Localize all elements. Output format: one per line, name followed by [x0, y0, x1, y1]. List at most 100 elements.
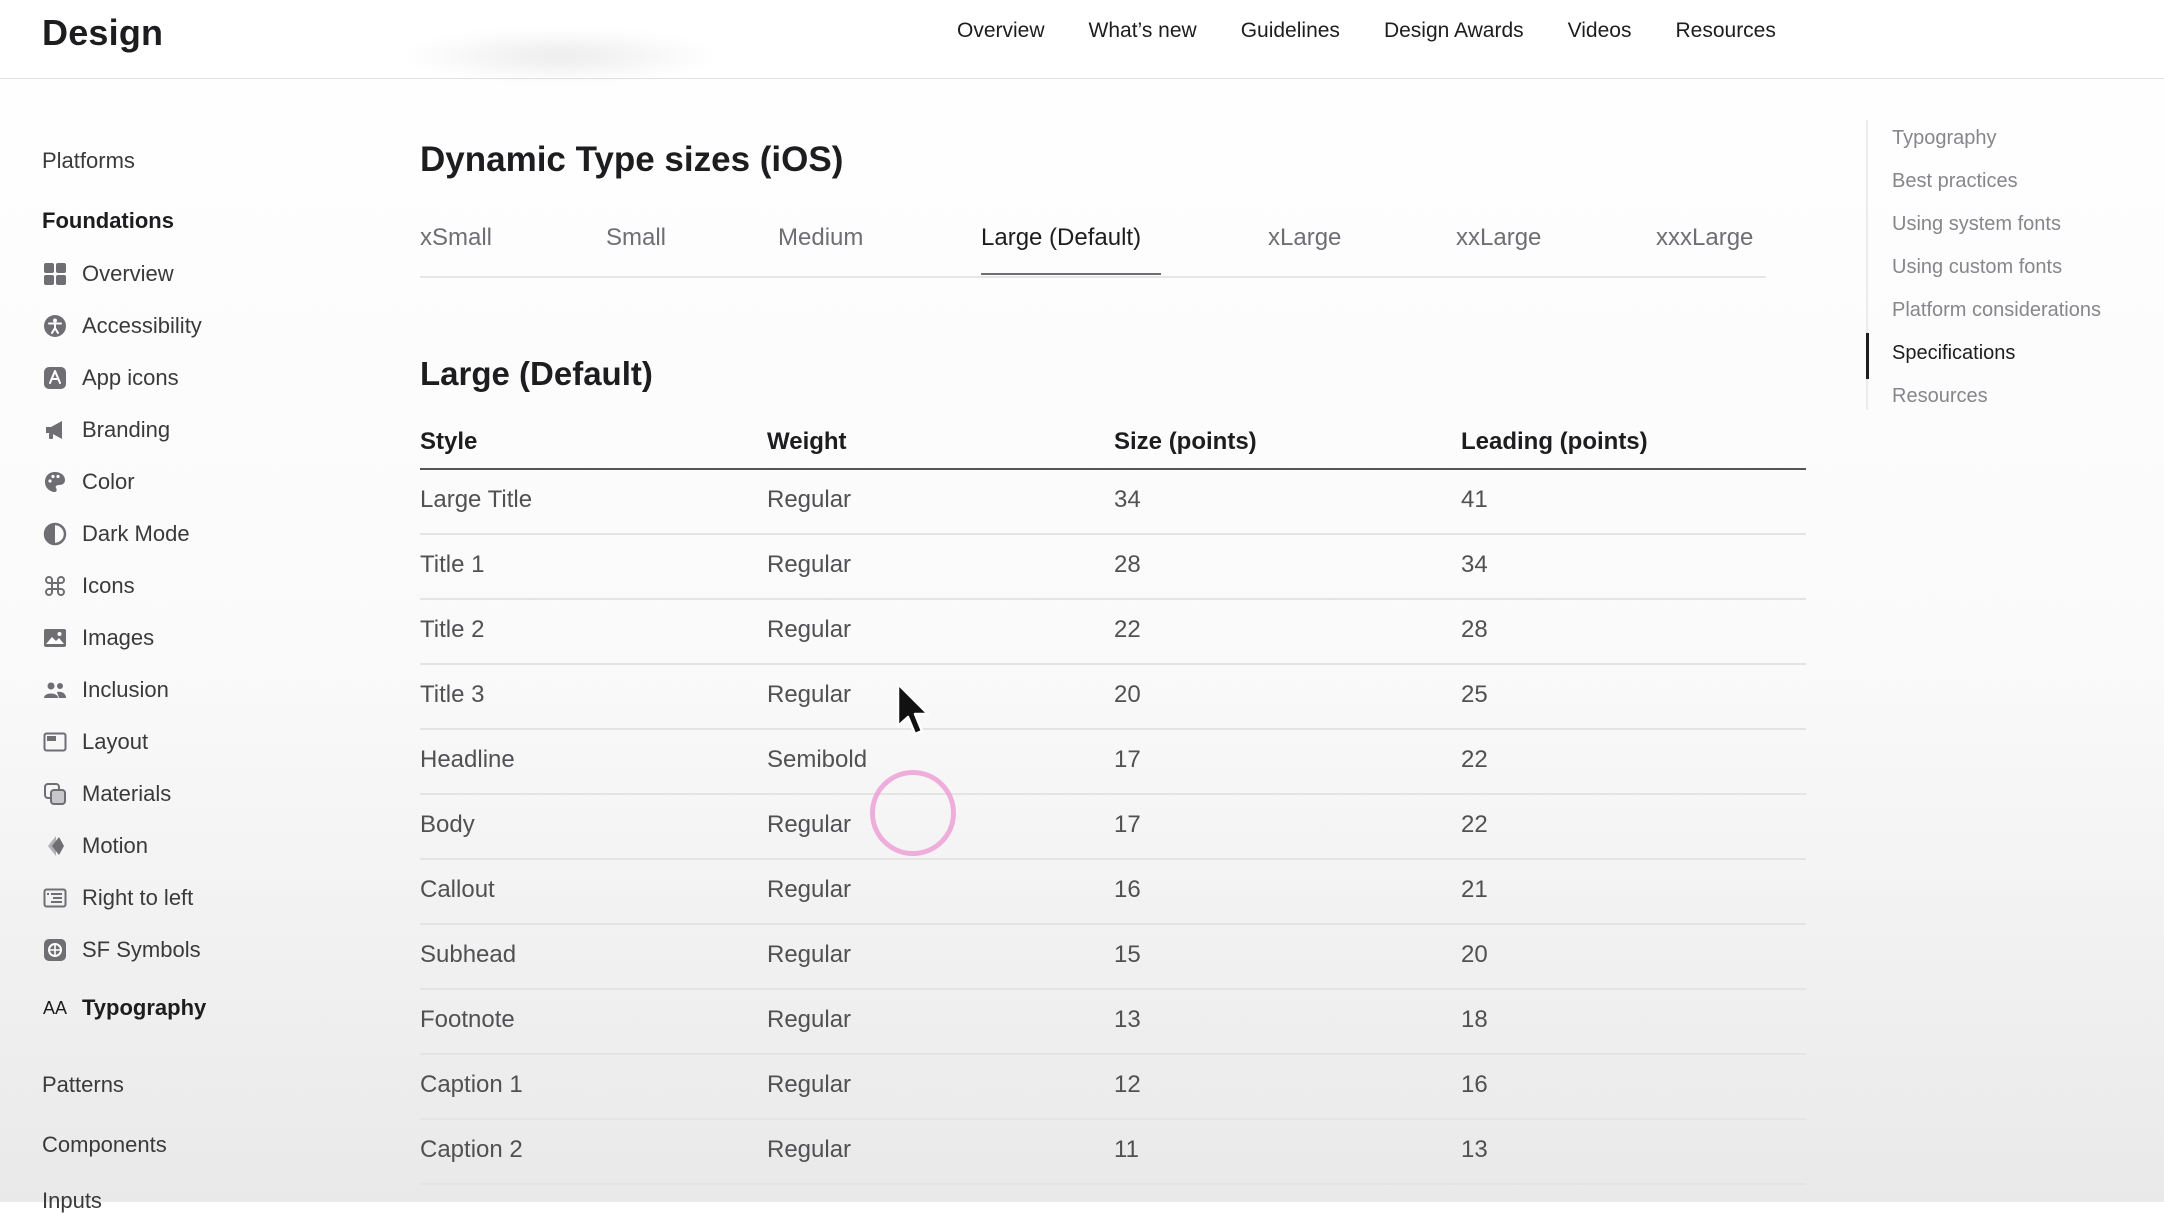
palette-icon	[42, 469, 68, 495]
toc-active-indicator	[1866, 333, 1869, 379]
nav-guidelines[interactable]: Guidelines	[1241, 19, 1340, 43]
sidebar-item-layout[interactable]: Layout	[42, 726, 148, 758]
sidebar-section-inputs[interactable]: Inputs	[42, 1188, 102, 1214]
top-navigation-bar: Design Overview What’s new Guidelines De…	[0, 0, 2164, 82]
sidebar-item-label: Color	[82, 469, 135, 494]
tab-xsmall[interactable]: xSmall	[420, 224, 492, 252]
sidebar-item-label: Branding	[82, 417, 171, 442]
cell-weight: Regular	[767, 1071, 852, 1098]
cell-size: 20	[1114, 681, 1141, 708]
sidebar-item-label: Dark Mode	[82, 521, 190, 546]
sidebar-item-inclusion[interactable]: Inclusion	[42, 674, 169, 706]
table-row: Large Title Regular 34 41	[420, 468, 1806, 535]
cell-style: Headline	[420, 746, 515, 773]
cell-leading: 16	[1461, 1071, 1488, 1098]
sidebar-item-label: Accessibility	[82, 313, 202, 338]
sidebar-item-sf-symbols[interactable]: SF Symbols	[42, 934, 201, 966]
cell-size: 17	[1114, 811, 1141, 838]
toc-item-resources[interactable]: Resources	[1892, 385, 1988, 408]
cell-size: 34	[1114, 486, 1141, 513]
tab-xxlarge[interactable]: xxLarge	[1456, 224, 1541, 252]
table-row: Caption 1 Regular 12 16	[420, 1053, 1806, 1120]
nav-videos[interactable]: Videos	[1568, 19, 1632, 43]
tab-medium[interactable]: Medium	[778, 224, 863, 252]
sidebar-item-dark-mode[interactable]: Dark Mode	[42, 518, 190, 550]
table-row: Headline Semibold 17 22	[420, 728, 1806, 795]
cell-size: 17	[1114, 746, 1141, 773]
table-row: Caption 2 Regular 11 13	[420, 1118, 1806, 1185]
top-nav-links: Overview What’s new Guidelines Design Aw…	[957, 19, 1820, 43]
sidebar-section-foundations[interactable]: Foundations	[42, 208, 174, 234]
sf-symbols-icon	[42, 937, 68, 963]
layout-icon	[42, 729, 68, 755]
cell-weight: Regular	[767, 1006, 852, 1033]
cell-leading: 22	[1461, 746, 1488, 773]
materials-icon	[42, 781, 68, 807]
table-row: Callout Regular 16 21	[420, 858, 1806, 925]
sidebar-section-patterns[interactable]: Patterns	[42, 1072, 124, 1098]
column-header-size: Size (points)	[1114, 428, 1257, 455]
sidebar-item-accessibility[interactable]: Accessibility	[42, 310, 202, 342]
cell-size: 11	[1114, 1136, 1139, 1163]
cell-style: Body	[420, 811, 475, 838]
column-header-weight: Weight	[767, 428, 847, 455]
blurred-page-heading	[400, 30, 720, 82]
tab-small[interactable]: Small	[606, 224, 666, 252]
cell-style: Subhead	[420, 941, 517, 968]
cell-leading: 21	[1461, 876, 1488, 903]
dynamic-type-heading: Dynamic Type sizes (iOS)	[420, 140, 844, 179]
sidebar-item-label: Motion	[82, 833, 149, 858]
sidebar-section-components[interactable]: Components	[42, 1132, 167, 1158]
click-highlight-ring	[870, 770, 956, 856]
cell-weight: Regular	[767, 486, 852, 513]
toc-item-platform-considerations[interactable]: Platform considerations	[1892, 299, 2101, 322]
cell-leading: 20	[1461, 941, 1488, 968]
photo-icon	[42, 625, 68, 651]
sidebar-item-overview[interactable]: Overview	[42, 258, 174, 290]
toc-item-using-custom-fonts[interactable]: Using custom fonts	[1892, 256, 2062, 279]
nav-whats-new[interactable]: What’s new	[1089, 19, 1197, 43]
nav-overview[interactable]: Overview	[957, 19, 1045, 43]
tab-large-default[interactable]: Large (Default)	[981, 224, 1141, 252]
sidebar-section-platforms[interactable]: Platforms	[42, 148, 135, 174]
on-this-page-nav: Typography Best practices Using system f…	[1866, 120, 2156, 420]
cell-weight: Regular	[767, 681, 852, 708]
cell-weight: Regular	[767, 1136, 852, 1163]
cell-style: Title 1	[420, 551, 485, 578]
cell-leading: 18	[1461, 1006, 1488, 1033]
sidebar-item-images[interactable]: Images	[42, 622, 154, 654]
dark-mode-icon	[42, 521, 68, 547]
sidebar-item-branding[interactable]: Branding	[42, 414, 170, 446]
sidebar-item-icons[interactable]: Icons	[42, 570, 135, 602]
table-row: Body Regular 17 22	[420, 793, 1806, 860]
toc-item-specifications[interactable]: Specifications	[1892, 342, 2015, 365]
cell-style: Footnote	[420, 1006, 515, 1033]
brand-logo[interactable]: Design	[42, 12, 163, 54]
sidebar-item-typography[interactable]: AA Typography	[42, 992, 206, 1024]
toc-item-using-system-fonts[interactable]: Using system fonts	[1892, 213, 2061, 236]
column-header-leading: Leading (points)	[1461, 428, 1648, 455]
cell-style: Large Title	[420, 486, 533, 513]
sidebar-item-label: SF Symbols	[82, 937, 201, 962]
sidebar-item-app-icons[interactable]: App icons	[42, 362, 179, 394]
toc-item-best-practices[interactable]: Best practices	[1892, 170, 2018, 193]
tab-xxxlarge[interactable]: xxxLarge	[1656, 224, 1753, 252]
cell-leading: 34	[1461, 551, 1488, 578]
nav-resources[interactable]: Resources	[1675, 19, 1775, 43]
cell-leading: 28	[1461, 616, 1488, 643]
sidebar-item-color[interactable]: Color	[42, 466, 135, 498]
sidebar-item-materials[interactable]: Materials	[42, 778, 171, 810]
sidebar-item-label: Materials	[82, 781, 172, 806]
cell-leading: 25	[1461, 681, 1488, 708]
cell-size: 16	[1114, 876, 1141, 903]
cell-leading: 41	[1461, 486, 1488, 513]
table-row: Footnote Regular 13 18	[420, 988, 1806, 1055]
mouse-pointer-icon	[896, 682, 930, 736]
toc-item-typography[interactable]: Typography	[1892, 127, 1997, 150]
table-header: Style Weight Size (points) Leading (poin…	[420, 420, 1806, 470]
table-row: Title 2 Regular 22 28	[420, 598, 1806, 665]
sidebar-item-right-to-left[interactable]: Right to left	[42, 882, 193, 914]
sidebar-item-motion[interactable]: Motion	[42, 830, 148, 862]
tab-xlarge[interactable]: xLarge	[1268, 224, 1341, 252]
nav-design-awards[interactable]: Design Awards	[1384, 19, 1524, 43]
